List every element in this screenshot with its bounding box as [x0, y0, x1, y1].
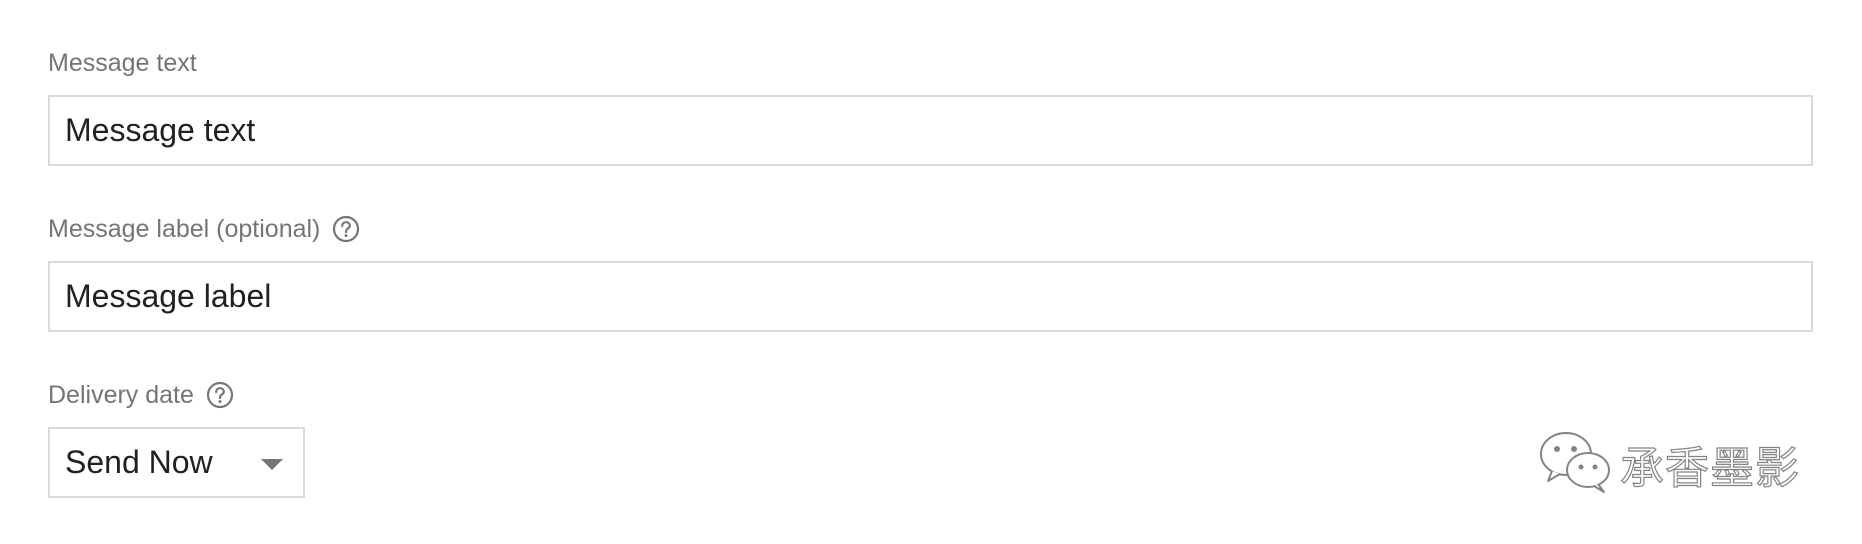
- caret-down-icon[interactable]: [261, 459, 283, 470]
- help-circle-icon[interactable]: [206, 381, 234, 409]
- message-text-label-text: Message text: [48, 49, 197, 77]
- watermark: 承香墨影: [1538, 428, 1800, 499]
- delivery-date-label-text: Delivery date: [48, 381, 194, 409]
- message-text-label: Message text: [48, 46, 197, 80]
- help-circle-icon[interactable]: [332, 215, 360, 243]
- delivery-date-label: Delivery date: [48, 378, 234, 412]
- message-text-input[interactable]: [48, 95, 1813, 166]
- message-label-label-text: Message label (optional): [48, 215, 321, 243]
- delivery-date-selected-value: Send Now: [65, 444, 213, 480]
- delivery-date-select[interactable]: Send Now: [48, 427, 305, 498]
- wechat-icon: [1538, 428, 1614, 499]
- message-label-input[interactable]: [48, 261, 1813, 332]
- message-label-label: Message label (optional): [48, 212, 360, 246]
- watermark-text: 承香墨影: [1619, 442, 1800, 494]
